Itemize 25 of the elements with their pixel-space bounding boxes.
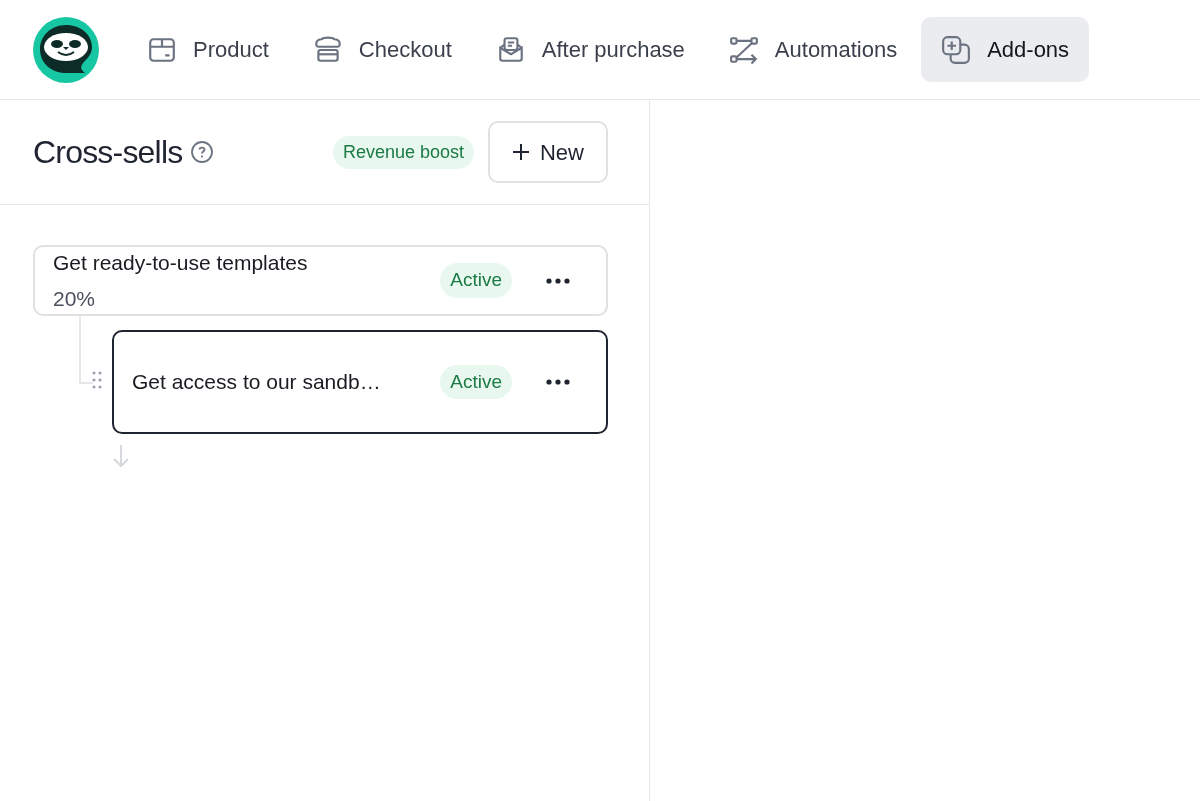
- nav-tab[interactable]: Checkout: [292, 17, 472, 82]
- nav-tab[interactable]: Product: [127, 17, 289, 82]
- nav-tab[interactable]: Automations: [708, 17, 918, 82]
- more-icon[interactable]: [546, 379, 570, 385]
- workflow-icon: [728, 34, 759, 65]
- more-icon[interactable]: [546, 277, 570, 284]
- panel-title: Cross-sells: [33, 133, 183, 172]
- nav-tab[interactable]: Add-ons: [921, 17, 1090, 82]
- sloth-logo[interactable]: [33, 16, 99, 83]
- status-badge: Active: [440, 263, 512, 298]
- layers-plus-icon: [941, 34, 972, 65]
- help-icon[interactable]: [190, 140, 215, 164]
- nav-tab[interactable]: After purchase: [475, 17, 705, 82]
- drag-handle-icon[interactable]: [91, 370, 103, 390]
- plus-icon: [512, 143, 530, 161]
- down-arrow-icon: [111, 444, 131, 468]
- offer-card[interactable]: Get ready-to-use templates 20% Active: [33, 245, 608, 316]
- revenue-badge: Revenue boost: [332, 135, 474, 169]
- offer-card[interactable]: Get access to our sandb… Active: [112, 330, 608, 434]
- offer-title: Get access to our sandb…: [132, 369, 382, 396]
- new-button[interactable]: New: [488, 121, 608, 183]
- store-icon: [312, 34, 343, 65]
- discount-text: 20%: [53, 285, 97, 312]
- status-badge: Active: [440, 364, 512, 400]
- offer-title: Get ready-to-use templates: [53, 250, 309, 276]
